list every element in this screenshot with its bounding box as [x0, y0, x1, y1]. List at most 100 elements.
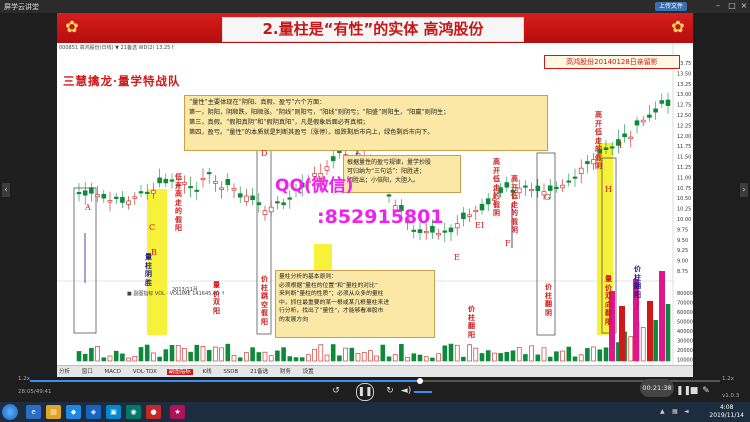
tab-settings[interactable]: 设置 [301, 369, 316, 375]
network-icon[interactable]: ▦ [672, 408, 680, 416]
tab-analysis[interactable]: 分析 [57, 369, 72, 375]
volume-icon[interactable]: ◄) [400, 385, 412, 397]
taskbar-clock[interactable]: 4:08 2019/11/14 [709, 404, 744, 420]
candle-body [157, 177, 162, 184]
volume-indicator-label: ■ 副图指标 VOL · VOLUME 141645.00 ↑ [127, 291, 226, 297]
speaker-icon[interactable]: ◄ [684, 408, 692, 416]
forward-icon[interactable]: ↻ [384, 385, 396, 397]
volume-bar [405, 356, 410, 362]
candle-body [268, 206, 274, 213]
price-tick-label: 12.00 [677, 134, 691, 140]
volume-bar [603, 347, 609, 362]
chinese-knot-icon: ✿ [671, 17, 685, 36]
annotation-text: 价柱跳空假阳 [261, 274, 268, 326]
rewind-icon[interactable]: ↺ [330, 385, 342, 397]
app-icon[interactable]: ◈ [86, 405, 101, 419]
volume-bar [591, 346, 596, 362]
price-tick-label: 11.25 [677, 165, 691, 171]
close-icon[interactable]: × [738, 1, 750, 11]
candle-body [467, 214, 472, 217]
volume-bar [355, 353, 361, 362]
volume-bar [343, 347, 348, 362]
tab-candidates[interactable]: 21备选 [248, 369, 270, 375]
folder-icon[interactable]: ▤ [46, 405, 61, 419]
app-icon[interactable]: ▣ [106, 405, 121, 419]
annotation-text: 高开低走的假阴 [511, 174, 518, 234]
candle-body [194, 189, 200, 192]
candle-body [479, 203, 485, 211]
price-tick-label: 9.00 [677, 259, 688, 265]
seek-knob[interactable] [417, 378, 424, 384]
app-icon[interactable]: ★ [170, 405, 185, 419]
volume-slider[interactable] [414, 391, 432, 393]
marker-letter: D [261, 149, 268, 158]
stock-info: 000851 高鸿股份(日线) ▼ 21备选 WD(2) 13.25↑ [59, 45, 175, 51]
previous-slide-icon[interactable]: ‹ [2, 183, 10, 197]
ie-icon[interactable]: e [26, 405, 41, 419]
start-button-icon[interactable] [2, 404, 18, 420]
maximize-icon[interactable]: □ [726, 1, 738, 11]
app-icon[interactable]: ● [146, 405, 161, 419]
volume-bar [541, 347, 547, 362]
team-brand: 三慧擒龙·量学特战队 [63, 74, 181, 88]
volume-bar [89, 347, 94, 362]
seek-bar[interactable] [30, 378, 720, 384]
volume-bar [430, 357, 435, 362]
price-tick-label: 12.50 [677, 113, 691, 119]
pause-small-icon[interactable]: ❚❚ [676, 385, 691, 397]
candle-body [417, 229, 423, 233]
annotation-text: 量价双向翻阳 [605, 274, 612, 326]
volume-bar [324, 354, 330, 362]
candle-body [132, 196, 138, 199]
speed-right[interactable]: 1.2x [722, 376, 734, 382]
tab-finance[interactable]: 财务 [278, 369, 293, 375]
lesson-slide: ✿ ✿ 2.量柱是“有性”的实体 高鸿股份 13.75 13.50 13.25 13.… [57, 13, 693, 377]
pause-icon[interactable]: ❚❚ [356, 383, 374, 401]
app-icon[interactable]: ◉ [126, 405, 141, 419]
minimize-icon[interactable]: – [712, 1, 724, 11]
volume-bar [640, 327, 646, 362]
volume-bar [275, 350, 280, 362]
candle-body [120, 196, 125, 203]
volume-bar [306, 354, 311, 362]
speed-left[interactable]: 1.2x [18, 376, 30, 382]
volume-bar [473, 347, 479, 362]
tab-ssdb[interactable]: SSDB [221, 369, 240, 375]
candle-body [436, 233, 441, 236]
tray-icon[interactable]: ▲ [660, 408, 668, 416]
upload-button[interactable]: 上传文件 [655, 2, 688, 11]
tab-kline[interactable]: K线 [200, 369, 213, 375]
volume-bar [392, 354, 398, 362]
volume-bar [374, 355, 379, 362]
volume-bar [318, 344, 324, 362]
candle-body [454, 223, 460, 229]
volume-bar [299, 357, 305, 362]
volume-bar [386, 356, 392, 362]
tab-window[interactable]: 窗口 [80, 369, 95, 375]
app-title: 屏学云讲堂 [4, 3, 39, 11]
photo-stamp: 高鸿股份20140128日亲留影 [544, 55, 680, 69]
pen-icon[interactable]: ✎ [700, 385, 712, 397]
volume-tick-label: 60000 [677, 310, 693, 316]
price-tick-label: 10.00 [677, 217, 691, 223]
volume-bar [126, 357, 131, 362]
stop-icon[interactable]: ■ [688, 385, 700, 397]
price-tick-label: 8.75 [677, 269, 688, 275]
volume-tick-label: 10000 [677, 358, 693, 364]
price-tick-label: 12.25 [677, 123, 691, 129]
volume-bar-highlight [619, 306, 625, 361]
app-icon[interactable]: ◆ [66, 405, 81, 419]
tab-sub-indicator[interactable]: 副图指标 [166, 369, 193, 375]
candle-body [262, 210, 268, 215]
marker-letter: A [85, 203, 91, 212]
next-slide-icon[interactable]: › [740, 183, 748, 197]
volume-bar-highlight [647, 301, 653, 361]
tab-vol[interactable]: VOL·TDX [131, 369, 159, 375]
candle-body [659, 100, 665, 104]
volume-bar [157, 356, 162, 362]
candle-body [554, 186, 559, 189]
tab-macd[interactable]: MACD [103, 369, 124, 375]
candle-body [151, 190, 156, 194]
volume-bar [368, 350, 373, 362]
volume-bar [535, 354, 541, 362]
